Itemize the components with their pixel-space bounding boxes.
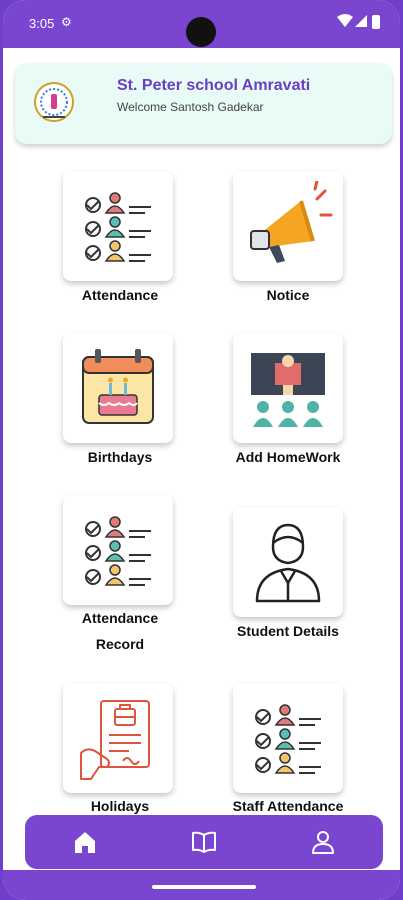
status-bar: 3:05 ⚙	[3, 0, 400, 48]
tile-birthdays[interactable]	[63, 333, 173, 443]
book-icon[interactable]	[191, 829, 217, 855]
camera-cutout	[186, 17, 216, 47]
school-logo	[34, 82, 74, 122]
tile-label-birthdays: Birthdays	[87, 449, 153, 465]
tile-label-attendance-record-1: Attendance	[81, 610, 159, 626]
gear-icon: ⚙	[61, 15, 72, 29]
home-icon[interactable]	[72, 829, 98, 855]
school-header-card: St. Peter school Amravati Welcome Santos…	[15, 63, 392, 144]
tile-holidays[interactable]	[63, 683, 173, 793]
holiday-document-icon	[80, 700, 150, 780]
tile-add-homework[interactable]	[233, 333, 343, 443]
app-screen: 3:05 ⚙ St. Peter school Amravati Welcome…	[3, 0, 400, 900]
tile-attendance-record[interactable]	[63, 495, 173, 605]
classroom-icon	[251, 353, 325, 427]
wifi-icon	[337, 14, 353, 27]
tile-label-add-homework: Add HomeWork	[235, 449, 341, 465]
tile-student-details[interactable]	[233, 507, 343, 617]
gesture-handle[interactable]	[152, 885, 256, 889]
tile-label-attendance-record-2: Record	[95, 636, 145, 652]
bottom-nav	[25, 815, 383, 869]
tile-label-attendance: Attendance	[81, 287, 159, 303]
attendance-record-icon	[85, 516, 151, 586]
tile-label-notice: Notice	[266, 287, 310, 303]
welcome-text: Welcome Santosh Gadekar	[117, 100, 264, 114]
attendance-icon	[85, 192, 151, 262]
status-time: 3:05	[29, 16, 55, 31]
signal-icon	[355, 15, 367, 27]
tile-attendance[interactable]	[63, 171, 173, 281]
tile-staff-attendance[interactable]	[233, 683, 343, 793]
profile-icon[interactable]	[310, 829, 336, 855]
megaphone-icon	[250, 181, 333, 263]
staff-attendance-icon	[255, 704, 321, 774]
tile-label-student-details: Student Details	[237, 623, 339, 639]
school-name: St. Peter school Amravati	[117, 77, 311, 94]
birthday-calendar-icon	[82, 349, 154, 424]
battery-icon	[372, 15, 380, 29]
tile-notice[interactable]	[233, 171, 343, 281]
student-icon	[255, 523, 321, 603]
